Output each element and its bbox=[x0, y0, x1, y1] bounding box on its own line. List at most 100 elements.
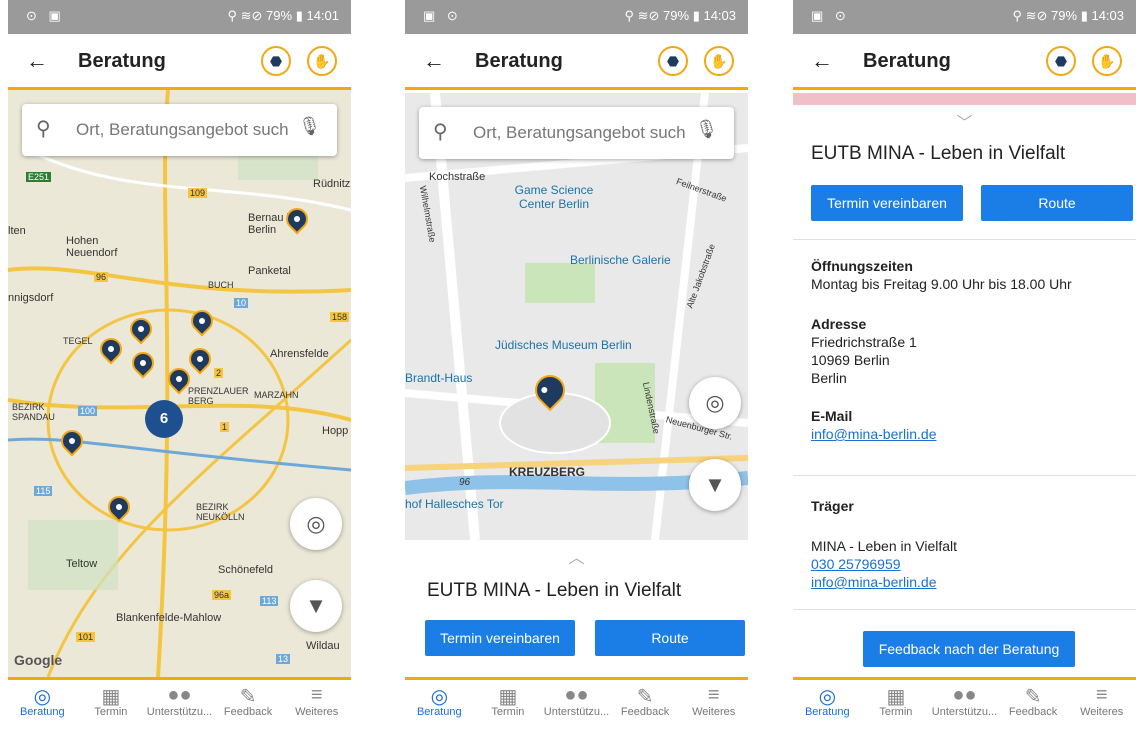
map-label: Berlinische Galerie bbox=[570, 253, 671, 267]
place-details-sheet[interactable]: ﹀ EUTB MINA - Leben in Vielfalt Termin v… bbox=[793, 105, 1136, 677]
termin-vereinbaren-button[interactable]: Termin vereinbaren bbox=[425, 620, 575, 656]
back-arrow-icon[interactable]: ← bbox=[423, 48, 445, 74]
back-arrow-icon[interactable]: ← bbox=[811, 48, 833, 74]
map-label: Hopp bbox=[322, 425, 349, 437]
nav-weiteres[interactable]: ≡ Weiteres bbox=[1067, 680, 1136, 729]
road-number: 96 bbox=[94, 272, 109, 282]
place-name: EUTB MINA - Leben in Vielfalt bbox=[811, 143, 1066, 164]
route-button[interactable]: Route bbox=[595, 620, 745, 656]
map-label: lten bbox=[8, 225, 26, 237]
back-arrow-icon[interactable]: ← bbox=[26, 48, 48, 74]
google-logo: Google bbox=[14, 652, 63, 668]
map-view[interactable]: Rüdnitz Bernau bei Berlin Hohen Neuendor… bbox=[8, 90, 351, 677]
chevron-down-icon[interactable]: ﹀ bbox=[793, 109, 1136, 133]
microphone-icon[interactable]: 🎙 bbox=[298, 116, 321, 137]
search-input[interactable]: Ort, Beratungsangebot such bbox=[76, 120, 289, 140]
people-icon: ●● bbox=[167, 684, 192, 706]
traeger-label: Träger bbox=[811, 498, 854, 514]
screen-map-detail: ▣ ⊙ ⚲ ≋⊘ 79% ▮ 14:03 ← Beratung ⬣ ✋ Koch… bbox=[405, 0, 748, 729]
traeger-email-link[interactable]: info@mina-berlin.de bbox=[811, 573, 937, 591]
filter-button[interactable]: ▼ bbox=[290, 580, 342, 632]
beratung-icon: ◎ bbox=[430, 686, 449, 708]
microphone-icon[interactable]: 🎙 bbox=[695, 119, 718, 140]
email-link[interactable]: info@mina-berlin.de bbox=[811, 425, 937, 443]
map-label: PRENZLAUER BERG bbox=[188, 386, 249, 406]
feedback-button[interactable]: Feedback nach der Beratung bbox=[863, 631, 1075, 667]
locate-me-button[interactable]: ◎ bbox=[290, 498, 342, 550]
status-right: ⚲ ≋⊘ 79% ▮ 14:01 bbox=[227, 8, 339, 23]
nav-beratung[interactable]: ◎ Beratung bbox=[405, 680, 474, 729]
divider bbox=[793, 475, 1136, 476]
address-label: Adresse bbox=[811, 316, 867, 332]
status-bar: ▣ ⊙ ⚲ ≋⊘ 79% ▮ 14:03 bbox=[793, 0, 1136, 34]
search-icon: ⚲ bbox=[433, 121, 448, 143]
app-bar: ← Beratung ⬣ ✋ bbox=[405, 34, 748, 90]
bottom-navigation: ◎ Beratung ▦ Termin ●● Unterstützu... ✎ Feed… bbox=[8, 677, 351, 729]
calendar-icon: ▦ bbox=[886, 686, 906, 708]
nav-termin[interactable]: ▦ Termin bbox=[77, 680, 146, 729]
road-number: 96 bbox=[459, 477, 471, 488]
address-zip-city: 10969 Berlin bbox=[811, 352, 890, 368]
search-input[interactable]: Ort, Beratungsangebot such bbox=[473, 123, 686, 143]
nav-beratung[interactable]: ◎ Beratung bbox=[793, 680, 862, 729]
place-name: EUTB MINA - Leben in Vielfalt bbox=[427, 580, 682, 601]
map-label: TEGEL bbox=[63, 336, 93, 346]
map-strip bbox=[793, 93, 1136, 105]
chevron-up-icon[interactable]: ︿ bbox=[405, 544, 748, 568]
page-title: Beratung bbox=[78, 50, 166, 72]
nav-weiteres[interactable]: ≡ Weiteres bbox=[679, 680, 748, 729]
sign-language-info-icon[interactable]: ⬣ bbox=[658, 46, 688, 76]
road-number: 1 bbox=[220, 422, 230, 432]
map-label: Jüdisches Museum Berlin bbox=[495, 338, 632, 352]
screen-map-overview: ⊙ ▣ ⚲ ≋⊘ 79% ▮ 14:01 ← Beratung ⬣ ✋ Rüdn… bbox=[8, 0, 351, 729]
status-right: ⚲ ≋⊘ 79% ▮ 14:03 bbox=[1012, 8, 1124, 23]
nav-weiteres[interactable]: ≡ Weiteres bbox=[282, 680, 351, 729]
nav-feedback[interactable]: ✎ Feedback bbox=[214, 680, 283, 729]
app-bar: ← Beratung ⬣ ✋ bbox=[793, 34, 1136, 90]
map-label: BUCH bbox=[208, 280, 234, 290]
hours-label: Öffnungszeiten bbox=[811, 258, 913, 274]
road-number: 113 bbox=[260, 596, 279, 606]
menu-icon: ≡ bbox=[707, 684, 720, 706]
divider bbox=[793, 609, 1136, 610]
sign-language-hand-icon[interactable]: ✋ bbox=[307, 46, 337, 76]
map-label: KREUZBERG bbox=[509, 465, 586, 479]
sign-language-info-icon[interactable]: ⬣ bbox=[1046, 46, 1076, 76]
nav-unterstuetzung[interactable]: ●● Unterstützu... bbox=[145, 680, 214, 729]
search-box[interactable]: ⚲ Ort, Beratungsangebot such 🎙 bbox=[22, 104, 337, 156]
feedback-icon: ✎ bbox=[239, 686, 257, 708]
calendar-icon: ▦ bbox=[101, 686, 121, 708]
menu-icon: ≡ bbox=[310, 684, 323, 706]
filter-button[interactable]: ▼ bbox=[689, 459, 741, 511]
marker-cluster[interactable]: 6 bbox=[145, 400, 183, 438]
email-label: E-Mail bbox=[811, 408, 853, 424]
search-box[interactable]: ⚲ Ort, Beratungsangebot such 🎙 bbox=[419, 107, 734, 159]
sign-language-hand-icon[interactable]: ✋ bbox=[704, 46, 734, 76]
beratung-icon: ◎ bbox=[818, 686, 837, 708]
status-left: ⊙ ▣ bbox=[26, 8, 65, 23]
locate-me-button[interactable]: ◎ bbox=[689, 377, 741, 429]
bottom-navigation: ◎ Beratung ▦ Termin ●● Unterstützu... ✎ Feed… bbox=[405, 677, 748, 729]
nav-termin[interactable]: ▦ Termin bbox=[862, 680, 931, 729]
traeger-phone-link[interactable]: 030 25796959 bbox=[811, 555, 901, 573]
nav-unterstuetzung[interactable]: ●● Unterstützu... bbox=[542, 680, 611, 729]
feedback-icon: ✎ bbox=[636, 686, 654, 708]
map-label: Wildau bbox=[306, 640, 340, 652]
termin-vereinbaren-button[interactable]: Termin vereinbaren bbox=[811, 185, 963, 221]
route-button[interactable]: Route bbox=[981, 185, 1133, 221]
nav-unterstuetzung[interactable]: ●● Unterstützu... bbox=[930, 680, 999, 729]
map-view[interactable]: Kochstraße Game Science Center Berlin Be… bbox=[405, 93, 748, 540]
sign-language-info-icon[interactable]: ⬣ bbox=[261, 46, 291, 76]
status-bar: ⊙ ▣ ⚲ ≋⊘ 79% ▮ 14:01 bbox=[8, 0, 351, 34]
nav-feedback[interactable]: ✎ Feedback bbox=[999, 680, 1068, 729]
screen-place-details: ▣ ⊙ ⚲ ≋⊘ 79% ▮ 14:03 ← Beratung ⬣ ✋ ﹀ EU… bbox=[793, 0, 1136, 729]
nav-feedback[interactable]: ✎ Feedback bbox=[611, 680, 680, 729]
people-icon: ●● bbox=[564, 684, 589, 706]
sign-language-hand-icon[interactable]: ✋ bbox=[1092, 46, 1122, 76]
page-title: Beratung bbox=[475, 50, 563, 72]
nav-termin[interactable]: ▦ Termin bbox=[474, 680, 543, 729]
map-label: Blankenfelde-Mahlow bbox=[116, 612, 222, 624]
map-label: MARZAHN bbox=[254, 390, 299, 400]
hours-value: Montag bis Freitag 9.00 Uhr bis 18.00 Uh… bbox=[811, 276, 1072, 292]
nav-beratung[interactable]: ◎ Beratung bbox=[8, 680, 77, 729]
